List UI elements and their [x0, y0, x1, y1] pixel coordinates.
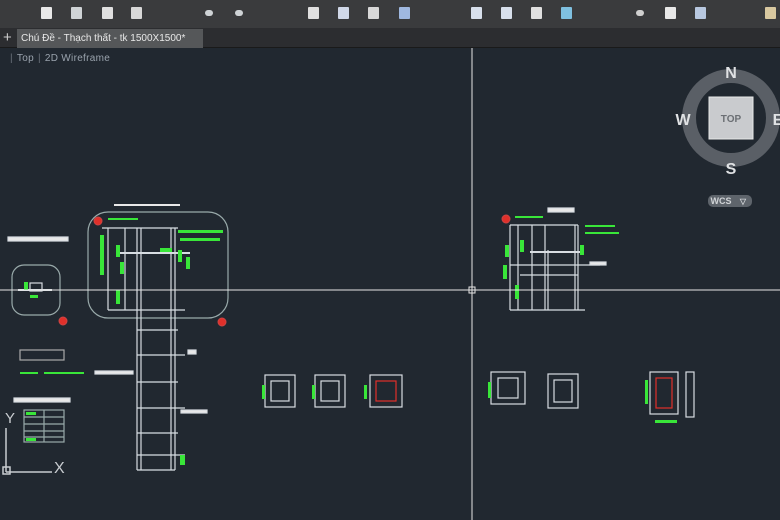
viewcube[interactable]: TOP N S W E WCS ▽	[675, 65, 780, 207]
ucs-x-label: X	[54, 460, 65, 477]
compass-west[interactable]: W	[675, 112, 691, 129]
section-markers	[58, 214, 511, 327]
chevron-down-icon: ▽	[739, 197, 747, 206]
compass-north[interactable]: N	[725, 65, 737, 82]
compass-south[interactable]: S	[726, 161, 737, 178]
ucs-icon: Y X	[2, 410, 65, 477]
ucs-y-label: Y	[5, 410, 15, 427]
column-section	[102, 227, 190, 471]
plan-details	[264, 371, 695, 418]
viewcube-face-label: TOP	[721, 114, 742, 125]
elevation-section	[509, 207, 607, 311]
cad-drawings	[7, 204, 695, 471]
compass-east[interactable]: E	[773, 112, 780, 129]
title-bar	[7, 236, 69, 242]
crosshair-cursor	[0, 48, 780, 520]
drawing-geometry: Y X TOP N S W E WCS ▽	[0, 48, 780, 520]
wcs-label: WCS	[711, 196, 732, 206]
